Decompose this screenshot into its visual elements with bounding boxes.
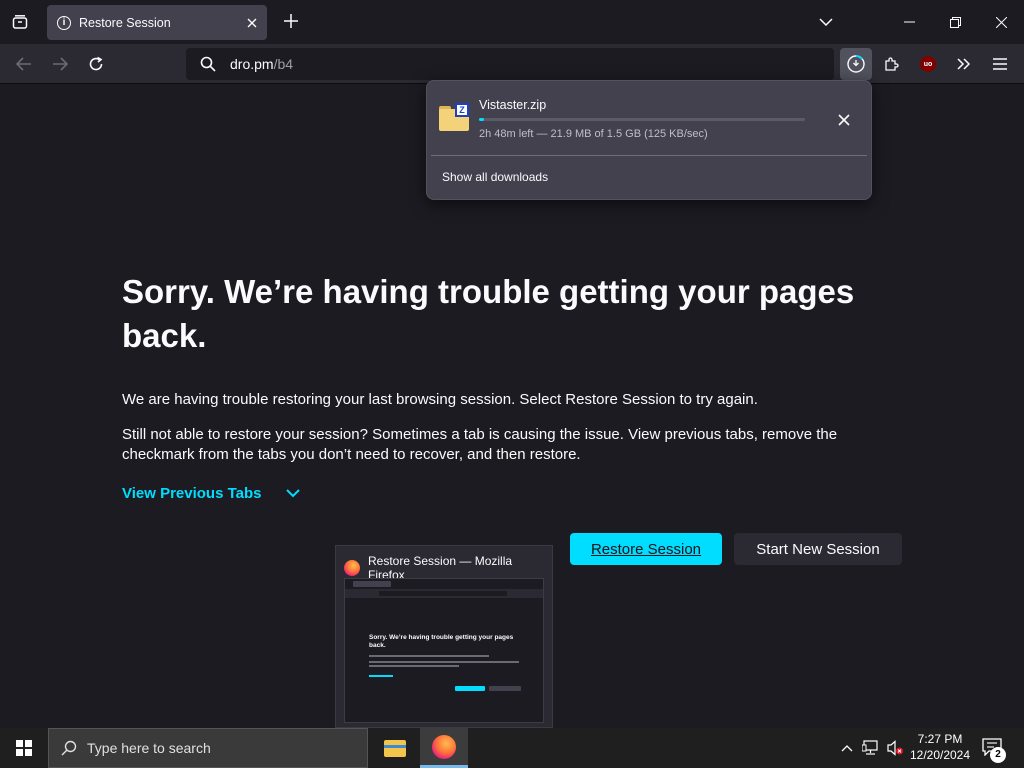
minimize-button[interactable]: [894, 8, 924, 36]
ublock-origin-button[interactable]: uo: [912, 48, 944, 80]
downloads-panel: Z Vistaster.zip 2h 48m left — 21.9 MB of…: [426, 80, 872, 200]
start-button[interactable]: [0, 728, 48, 768]
download-progress-icon: [847, 55, 865, 73]
taskbar-window-preview[interactable]: Restore Session — Mozilla Firefox Sorry.…: [335, 545, 553, 728]
close-icon: [995, 16, 1007, 28]
reload-button[interactable]: [80, 48, 112, 80]
close-icon: [838, 114, 850, 126]
tab-overflow-button[interactable]: [811, 8, 841, 36]
preview-image: Sorry. We’re having trouble getting your…: [344, 578, 544, 723]
more-tools-button[interactable]: [948, 48, 980, 80]
taskbar-search-box[interactable]: Type here to search: [48, 728, 368, 768]
firefox-icon: [344, 560, 360, 576]
reload-icon: [89, 56, 103, 71]
close-icon: [247, 18, 257, 27]
download-file-name[interactable]: Vistaster.zip: [479, 98, 546, 112]
download-progress-fill: [479, 118, 484, 121]
download-progress-bar: [479, 118, 805, 121]
forward-button[interactable]: [44, 48, 76, 80]
network-button[interactable]: [860, 738, 882, 758]
url-path: /b4: [273, 56, 294, 72]
restore-session-label: Restore Session: [590, 540, 702, 558]
downloads-button[interactable]: [840, 48, 872, 80]
hamburger-menu-icon: [993, 58, 1007, 70]
show-all-downloads-label: Show all downloads: [442, 170, 549, 184]
restore-session-button[interactable]: Restore Session: [570, 533, 722, 565]
search-icon: [200, 56, 216, 72]
double-chevron-right-icon: [957, 58, 971, 70]
show-hidden-icons-button[interactable]: [838, 738, 856, 758]
divider: [431, 155, 867, 156]
arrow-right-icon: [53, 57, 68, 71]
chevron-up-icon: [841, 745, 853, 752]
description-paragraph: We are having trouble restoring your las…: [122, 391, 758, 408]
notification-count-badge: 2: [990, 747, 1006, 763]
clock-time: 7:27 PM: [917, 732, 963, 746]
info-icon: i: [57, 15, 71, 30]
close-window-button[interactable]: [986, 8, 1016, 36]
clock-date: 12/20/2024: [909, 748, 971, 762]
firefox-taskbar-button[interactable]: [420, 728, 468, 768]
extensions-button[interactable]: [876, 48, 908, 80]
search-placeholder: Type here to search: [87, 740, 211, 756]
tab-title: Restore Session: [79, 15, 171, 30]
folder-icon: [384, 739, 406, 757]
windows-logo-icon: [16, 740, 32, 756]
plus-icon: [284, 14, 298, 28]
back-button[interactable]: [8, 48, 40, 80]
chevron-down-icon: [285, 489, 300, 498]
view-previous-tabs-label: View Previous Tabs: [122, 485, 262, 502]
file-explorer-button[interactable]: [371, 728, 419, 768]
url-host: dro.pm: [230, 56, 274, 72]
download-status: 2h 48m left — 21.9 MB of 1.5 GB (125 KB/…: [479, 128, 708, 140]
start-new-session-button[interactable]: Start New Session: [734, 533, 902, 565]
restore-window-button[interactable]: [940, 8, 970, 36]
navigation-toolbar: dro.pm/b4 uo: [0, 44, 1024, 84]
tab-close-button[interactable]: [247, 15, 257, 31]
search-icon: [61, 740, 77, 756]
help-paragraph: Still not able to restore your session? …: [122, 426, 838, 463]
show-all-downloads-button[interactable]: Show all downloads: [442, 170, 548, 184]
new-tab-button[interactable]: [278, 8, 304, 36]
app-menu-button[interactable]: [984, 48, 1016, 80]
url-text[interactable]: dro.pm/b4: [230, 56, 293, 72]
zip-file-icon: Z: [439, 103, 469, 131]
minimize-icon: [903, 21, 915, 23]
restore-window-icon: [949, 16, 961, 28]
windows-taskbar: Type here to search 7:27 PM 12/20/2024 2: [0, 728, 1024, 768]
network-icon: [862, 740, 878, 755]
arrow-left-icon: [16, 57, 31, 71]
tab-strip: i Restore Session: [0, 0, 1024, 44]
preview-heading: Sorry. We’re having trouble getting your…: [369, 634, 514, 649]
tab-restore-session[interactable]: i Restore Session: [47, 5, 267, 40]
taskbar-clock[interactable]: 7:27 PM 12/20/2024: [902, 731, 978, 763]
start-new-session-label: Start New Session: [756, 540, 880, 558]
puzzle-icon: [885, 57, 899, 71]
ublock-origin-icon: uo: [920, 56, 936, 72]
page-title: Sorry. We’re having trouble getting your…: [122, 273, 855, 354]
view-previous-tabs-toggle[interactable]: View Previous Tabs: [122, 485, 300, 502]
cancel-download-button[interactable]: [831, 107, 857, 133]
chevron-down-icon: [819, 18, 833, 26]
url-bar[interactable]: dro.pm/b4: [186, 48, 834, 80]
firefox-icon: [432, 734, 456, 759]
tab-list-icon: [12, 15, 28, 29]
list-all-tabs-button[interactable]: [4, 6, 36, 38]
